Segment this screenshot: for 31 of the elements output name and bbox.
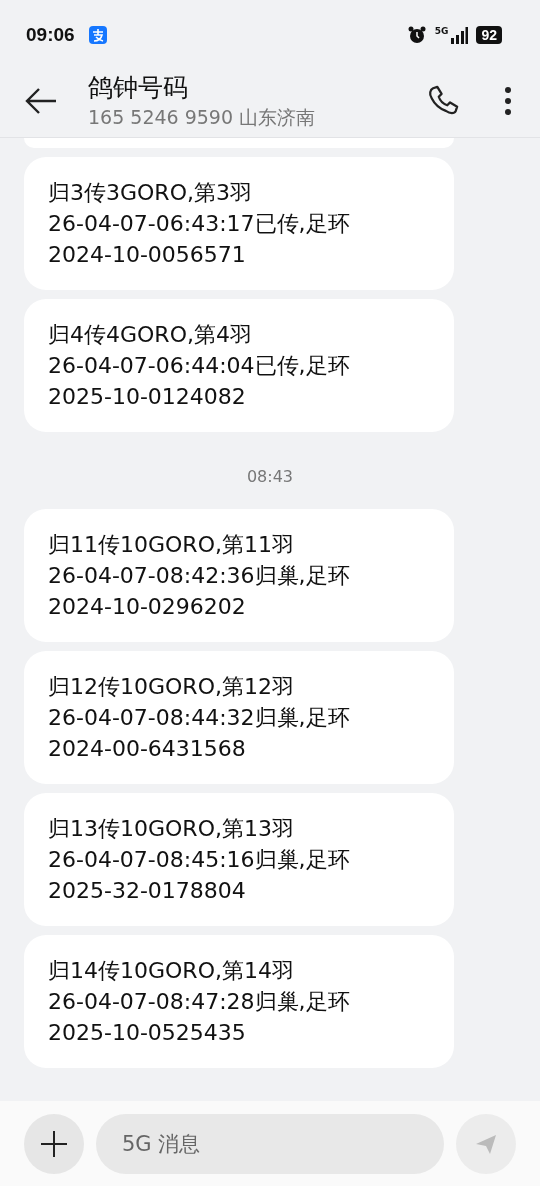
message-text: 2025-32-0178804 xyxy=(48,877,247,905)
payment-app-icon xyxy=(88,26,107,44)
battery-level: 92 xyxy=(476,26,502,44)
message-text: 26-04-07-08:42:36归巢,足环 xyxy=(48,562,351,590)
message-text: 26-04-07-08:44:32归巢,足环 xyxy=(48,704,351,732)
message-input[interactable]: 5G 消息 xyxy=(96,1113,444,1174)
message-text: 归3传3GORO,第3羽 xyxy=(48,179,253,207)
back-arrow-icon xyxy=(24,85,58,116)
message-text: 归13传10GORO,第13羽 xyxy=(48,815,295,843)
alarm-icon xyxy=(406,25,427,45)
message-text: 26-04-07-08:45:16归巢,足环 xyxy=(48,846,351,874)
message-text: 归4传4GORO,第4羽 xyxy=(48,321,253,349)
message-text: 26-04-07-08:47:28归巢,足环 xyxy=(48,988,351,1016)
message-text: 归12传10GORO,第12羽 xyxy=(48,673,295,701)
message-timestamp: 08:43 xyxy=(246,467,294,486)
message-text: 26-04-07-06:44:04已传,足环 xyxy=(48,352,351,380)
message-text: 2024-10-0296202 xyxy=(48,593,247,621)
contact-name: 鸽钟号码 xyxy=(88,71,189,104)
message-text: 26-04-07-06:43:17已传,足环 xyxy=(48,210,351,238)
message-text: 2024-10-0056571 xyxy=(48,241,247,269)
message-text: 2024-00-6431568 xyxy=(48,735,247,763)
message-text: 2025-10-0525435 xyxy=(48,1019,247,1047)
message-text: 2025-10-0124082 xyxy=(48,383,247,411)
plus-icon xyxy=(39,1128,69,1159)
message-text: 归11传10GORO,第11羽 xyxy=(48,531,295,559)
more-icon xyxy=(504,85,512,116)
message-text: 归14传10GORO,第14羽 xyxy=(48,957,295,985)
signal-icon xyxy=(450,26,469,44)
network-type: 5G xyxy=(434,26,449,36)
status-time: 09:06 xyxy=(26,24,75,46)
contact-number: 165 5246 9590 山东济南 xyxy=(88,104,317,130)
